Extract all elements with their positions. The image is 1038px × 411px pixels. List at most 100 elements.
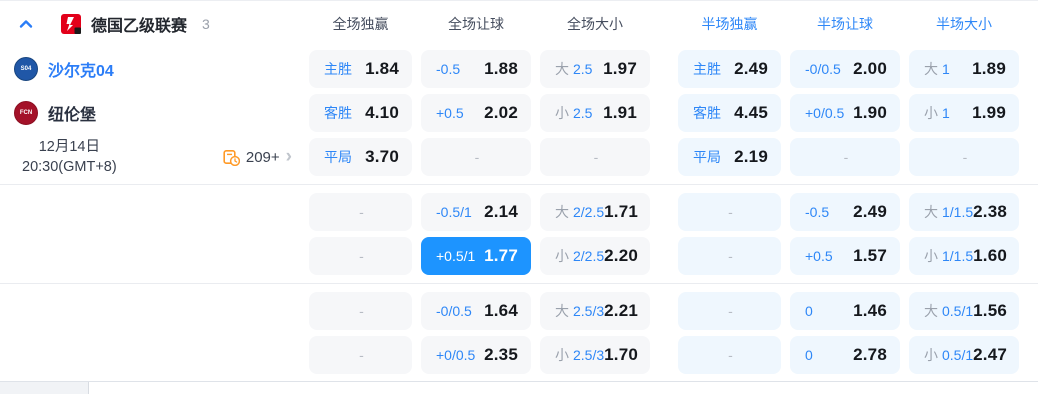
odds-cell[interactable]: +0/0.5 2.35	[421, 336, 531, 374]
ou-label: 小 2.5	[555, 103, 592, 123]
odds-cell[interactable]: 小 0.5/1 2.47	[909, 336, 1019, 374]
odds-cell[interactable]: -	[790, 138, 900, 176]
odds-cell[interactable]: 0 2.78	[790, 336, 900, 374]
ou-side-label: 小	[924, 105, 938, 121]
ou-label: 大 2.5/3	[555, 301, 604, 321]
odds-value: 2.35	[484, 345, 518, 364]
odds-cell[interactable]: -0/0.5 2.00	[790, 50, 900, 88]
odds-cell[interactable]: 小 2.5 1.91	[540, 94, 650, 132]
chevron-up-icon[interactable]	[18, 16, 34, 32]
odds-cell[interactable]: +0.5 2.02	[421, 94, 531, 132]
odds-cell[interactable]: 大 2.5/3 2.21	[540, 292, 650, 330]
dash-placeholder: -	[359, 347, 364, 363]
ou-line: 1/1.5	[942, 204, 974, 220]
odds-value: 2.02	[484, 103, 518, 122]
odds-label: 0	[805, 347, 813, 363]
odds-cell[interactable]: 大 1 1.89	[909, 50, 1019, 88]
odds-cell[interactable]: 小 2/2.5 2.20	[540, 237, 650, 275]
odds-value: 1.77	[484, 246, 518, 265]
odds-value: 1.99	[972, 103, 1006, 122]
odds-label: 客胜	[324, 105, 352, 121]
ou-line: 2.5/3	[573, 303, 605, 319]
odds-value: 2.21	[604, 301, 639, 320]
ou-line: 2.5	[573, 61, 593, 77]
odds-value: 2.19	[734, 147, 768, 166]
odds-label: -0/0.5	[805, 61, 841, 77]
ou-side-label: 大	[924, 61, 938, 77]
odds-row-alt: - -0.5/1 2.14 大 2/2.5 1.71- -0.5 2.49 大 1/1.5 2.38	[0, 190, 1038, 234]
home-team-cell: S04 沙尔克04	[0, 57, 300, 81]
odds-cell[interactable]: -	[421, 138, 531, 176]
odds-cell[interactable]: 平局 2.19	[678, 138, 781, 176]
odds-cell[interactable]: 大 0.5/1 1.56	[909, 292, 1019, 330]
column-header-half-overunder: 半场大小	[936, 16, 992, 32]
odds-label: 客胜	[693, 105, 721, 121]
odds-cell[interactable]: 0 1.46	[790, 292, 900, 330]
odds-value: 1.88	[484, 59, 518, 78]
column-header-full-1x2: 全场独赢	[332, 16, 389, 32]
odds-value: 4.45	[734, 103, 768, 122]
odds-label: -0/0.5	[436, 303, 472, 319]
dash-placeholder: -	[474, 149, 480, 165]
ou-label: 小 2/2.5	[555, 246, 604, 266]
odds-cell[interactable]: 大 1/1.5 2.38	[909, 193, 1019, 231]
odds-label: +0.5	[436, 105, 464, 121]
odds-value: 2.00	[853, 59, 887, 78]
league-odds-panel: 德国乙级联赛 3 全场独赢 全场让球 全场大小 半场独赢 半场让球 半场大小 S…	[0, 0, 1038, 394]
dash-placeholder: -	[359, 204, 364, 220]
dash-placeholder: -	[962, 149, 968, 165]
odds-cell[interactable]: 客胜 4.10	[309, 94, 412, 132]
more-markets-link[interactable]: 209+ ›	[223, 147, 292, 166]
odds-value: 1.84	[365, 59, 399, 78]
odds-cell[interactable]: -0.5 1.88	[421, 50, 531, 88]
odds-cell[interactable]: 大 2.5 1.97	[540, 50, 650, 88]
odds-cell[interactable]: -	[309, 336, 412, 374]
ou-side-label: 小	[924, 248, 938, 264]
odds-row-alt: - +0/0.5 2.35 小 2.5/3 1.70-0 2.78 小 0.5/1 2.47	[0, 333, 1038, 377]
odds-cell[interactable]: 主胜 2.49	[678, 50, 781, 88]
ou-line: 1	[942, 61, 950, 77]
odds-row-home: S04 沙尔克04 主胜 1.84 -0.5 1.88 大 2.5 1.97 主胜 2.49 -0…	[0, 47, 1038, 91]
odds-cell[interactable]: -	[678, 237, 781, 275]
ou-line: 2.5/3	[573, 347, 605, 363]
odds-cell[interactable]: +0.5/1 1.77	[421, 237, 531, 275]
odds-cell[interactable]: -0.5/1 2.14	[421, 193, 531, 231]
odds-cell[interactable]: -	[678, 292, 781, 330]
odds-cell[interactable]: -	[309, 193, 412, 231]
odds-cell[interactable]: 大 2/2.5 1.71	[540, 193, 650, 231]
ou-side-label: 小	[924, 347, 938, 363]
odds-label: +0/0.5	[805, 105, 845, 121]
odds-cell[interactable]: 小 1 1.99	[909, 94, 1019, 132]
odds-cell[interactable]: 客胜 4.45	[678, 94, 781, 132]
odds-cell[interactable]: -0.5 2.49	[790, 193, 900, 231]
odds-cell[interactable]: 小 1/1.5 1.60	[909, 237, 1019, 275]
odds-value: 2.78	[853, 345, 887, 364]
column-header-half-1x2: 半场独赢	[701, 16, 758, 32]
odds-cell[interactable]: -	[309, 292, 412, 330]
next-section-partial	[0, 381, 1038, 394]
odds-cell[interactable]: 小 2.5/3 1.70	[540, 336, 650, 374]
dash-placeholder: -	[359, 303, 364, 319]
next-section-gutter	[0, 382, 89, 394]
odds-cell[interactable]: -	[909, 138, 1019, 176]
odds-cell[interactable]: 主胜 1.84	[309, 50, 412, 88]
ou-label: 大 2.5	[555, 59, 592, 79]
odds-cell[interactable]: -	[678, 336, 781, 374]
ou-label: 大 2/2.5	[555, 202, 604, 222]
odds-cell[interactable]: 平局 3.70	[309, 138, 412, 176]
league-logo	[61, 14, 81, 34]
odds-cell[interactable]: +0.5 1.57	[790, 237, 900, 275]
odds-label: 主胜	[324, 61, 352, 77]
odds-cell[interactable]: -	[678, 193, 781, 231]
dash-placeholder: -	[843, 149, 849, 165]
odds-cell[interactable]: +0/0.5 1.90	[790, 94, 900, 132]
league-match-count: 3	[202, 16, 210, 32]
ou-line: 2/2.5	[573, 204, 605, 220]
odds-cell[interactable]: -	[540, 138, 650, 176]
odds-cell[interactable]: -	[309, 237, 412, 275]
odds-cell[interactable]: -0/0.5 1.64	[421, 292, 531, 330]
odds-value: 4.10	[365, 103, 399, 122]
odds-value: 2.47	[973, 345, 1008, 364]
